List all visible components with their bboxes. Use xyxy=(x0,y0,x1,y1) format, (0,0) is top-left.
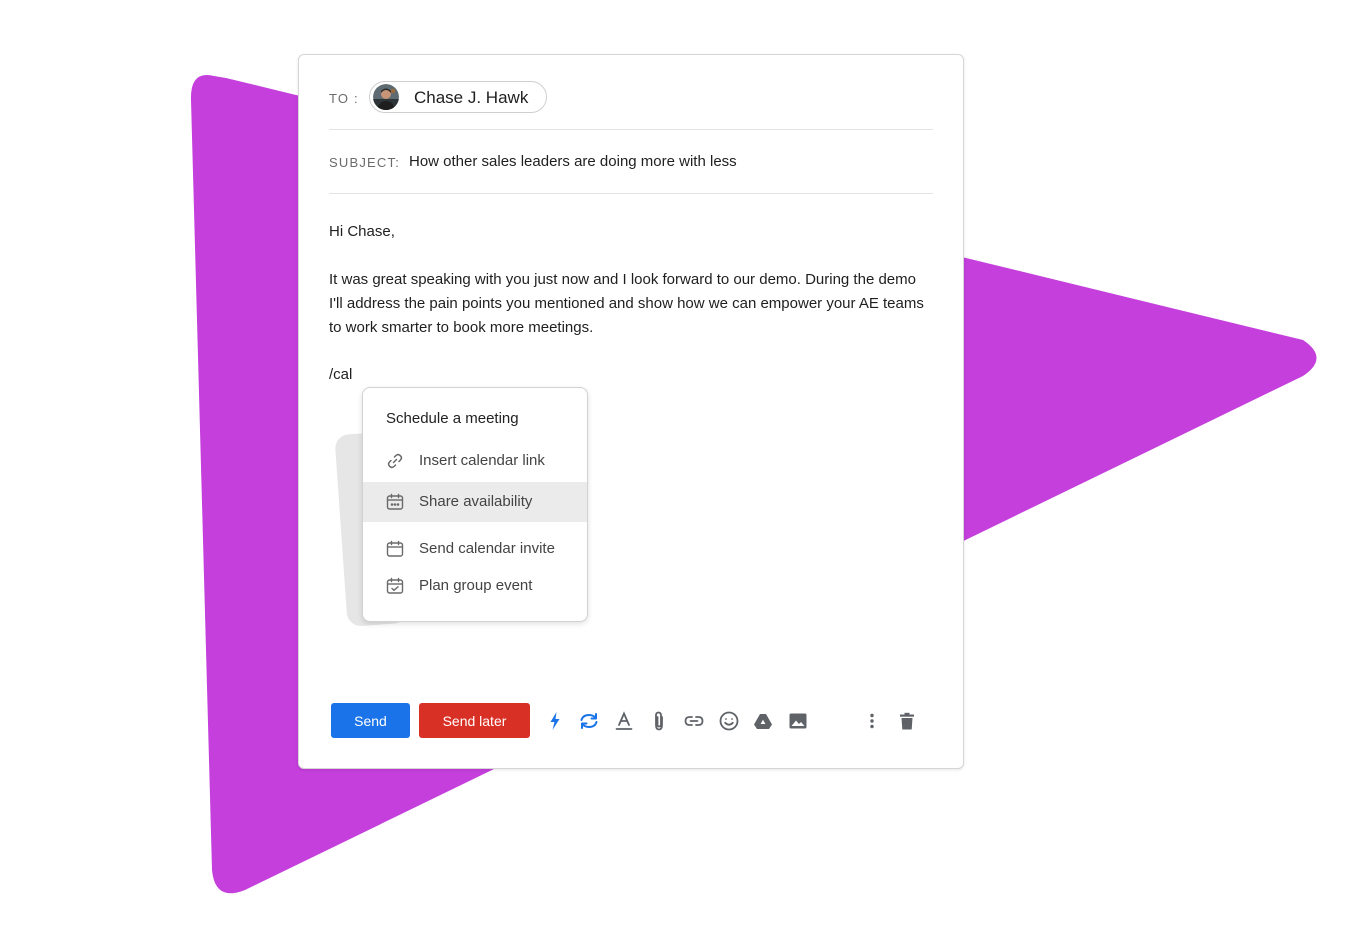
sync-icon[interactable] xyxy=(578,710,600,732)
calendar-check-icon xyxy=(386,577,404,595)
menu-item-label: Share availability xyxy=(419,493,533,510)
slash-command-text[interactable]: /cal xyxy=(329,363,929,387)
recipient-chip[interactable]: Chase J. Hawk xyxy=(369,81,547,113)
text-format-icon[interactable] xyxy=(613,710,635,732)
avatar xyxy=(373,84,399,110)
more-icon[interactable] xyxy=(861,710,883,732)
drive-icon[interactable] xyxy=(752,710,774,732)
attach-icon[interactable] xyxy=(648,710,670,732)
subject-input[interactable]: How other sales leaders are doing more w… xyxy=(409,153,737,170)
send-button[interactable]: Send xyxy=(331,703,410,738)
recipient-name: Chase J. Hawk xyxy=(414,88,529,107)
compose-toolbar: Send Send later xyxy=(331,703,931,739)
send-later-button[interactable]: Send later xyxy=(419,703,530,738)
link-icon[interactable] xyxy=(683,710,705,732)
emoji-icon[interactable] xyxy=(718,710,740,732)
menu-item-plan-group-event[interactable]: Plan group event xyxy=(363,566,587,606)
menu-item-label: Insert calendar link xyxy=(419,452,545,469)
image-icon[interactable] xyxy=(787,710,809,732)
to-row: TO : Chase J. Hawk xyxy=(329,55,933,130)
calendar-icon xyxy=(386,540,404,558)
body-greeting[interactable]: Hi Chase, xyxy=(329,220,929,244)
body-paragraph[interactable]: It was great speaking with you just now … xyxy=(329,268,929,340)
stage: TO : Chase J. Hawk SUBJECT: How other sa… xyxy=(0,0,1357,946)
menu-item-send-calendar-invite[interactable]: Send calendar invite xyxy=(363,529,587,569)
trash-icon[interactable] xyxy=(896,710,918,732)
link-icon xyxy=(386,452,404,470)
menu-item-share-availability[interactable]: Share availability xyxy=(363,482,587,522)
to-label: TO : xyxy=(329,91,359,106)
schedule-meeting-menu: Schedule a meeting Insert calendar link xyxy=(362,387,588,622)
menu-item-label: Plan group event xyxy=(419,577,533,594)
subject-row: SUBJECT: How other sales leaders are doi… xyxy=(329,130,933,194)
menu-title: Schedule a meeting xyxy=(386,410,519,427)
calendar-dots-icon xyxy=(386,493,404,511)
bolt-icon[interactable] xyxy=(544,710,566,732)
subject-label: SUBJECT: xyxy=(329,155,401,170)
menu-item-insert-calendar-link[interactable]: Insert calendar link xyxy=(363,441,587,481)
menu-item-label: Send calendar invite xyxy=(419,540,555,557)
compose-window: TO : Chase J. Hawk SUBJECT: How other sa… xyxy=(298,54,964,769)
